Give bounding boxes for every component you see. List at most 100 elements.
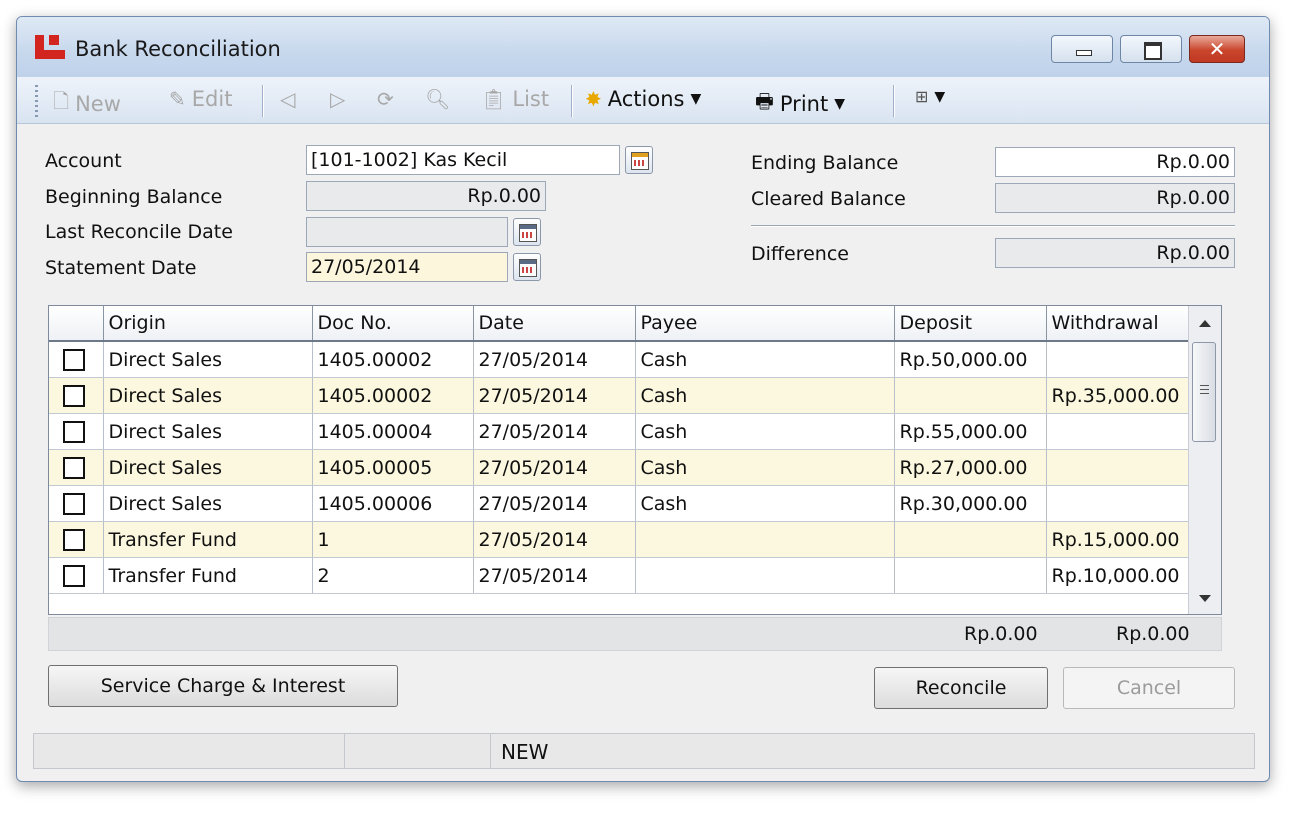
table-row[interactable]: Transfer Fund 2 27/05/2014 Rp.10,000.00 [49, 557, 1197, 594]
difference-label: Difference [751, 243, 849, 265]
row-checkbox[interactable] [63, 456, 85, 479]
scroll-up-icon[interactable] [1199, 320, 1211, 327]
payee-cell [635, 521, 895, 558]
row-checkbox[interactable] [63, 384, 85, 407]
deposit-cell [894, 557, 1047, 594]
doc-no-cell: 2 [312, 557, 474, 594]
date-cell: 27/05/2014 [473, 449, 636, 486]
doc-no-cell: 1405.00002 [312, 377, 474, 414]
statement-date-calendar-button[interactable] [513, 253, 541, 281]
row-checkbox[interactable] [63, 492, 85, 515]
withdrawal-cell [1046, 449, 1197, 486]
ending-balance-label: Ending Balance [751, 152, 899, 174]
printer-icon: 🖶 [755, 89, 774, 113]
toolbar-grip[interactable] [35, 85, 38, 117]
status-cell [345, 734, 491, 768]
table-row[interactable]: Direct Sales 1405.00002 27/05/2014 Cash … [49, 341, 1197, 378]
column-header-doc-no[interactable]: Doc No. [312, 306, 474, 342]
row-checkbox-cell[interactable] [49, 449, 104, 486]
column-header-origin[interactable]: Origin [103, 306, 313, 342]
deposit-cell: Rp.50,000.00 [894, 341, 1047, 378]
row-checkbox[interactable] [63, 348, 85, 371]
last-reconcile-calendar-button[interactable] [513, 218, 541, 246]
minimize-button[interactable] [1051, 35, 1113, 63]
origin-cell: Direct Sales [103, 377, 313, 414]
print-label: Print [779, 92, 829, 116]
withdrawal-cell [1046, 413, 1197, 450]
row-checkbox[interactable] [63, 564, 85, 587]
select-column-header[interactable] [49, 306, 104, 342]
new-button[interactable]: 🗋 New [53, 87, 121, 121]
close-icon: ✕ [1208, 37, 1226, 61]
grid-vertical-scrollbar[interactable] [1188, 306, 1221, 614]
print-button[interactable]: 🖶 Print ▼ [755, 87, 845, 121]
last-reconcile-date-field [306, 217, 508, 247]
lookup-icon [631, 152, 649, 170]
ending-balance-field[interactable]: Rp.0.00 [995, 147, 1235, 177]
row-checkbox-cell[interactable] [49, 521, 104, 558]
account-field[interactable]: [101-1002] Kas Kecil [306, 145, 620, 175]
deposit-cell: Rp.27,000.00 [894, 449, 1047, 486]
cancel-button[interactable]: Cancel [1063, 667, 1235, 709]
row-checkbox[interactable] [63, 528, 85, 551]
scrollbar-thumb[interactable] [1192, 342, 1216, 442]
origin-cell: Direct Sales [103, 413, 313, 450]
column-header-deposit[interactable]: Deposit [894, 306, 1047, 342]
column-header-withdrawal[interactable]: Withdrawal [1046, 306, 1197, 342]
table-row[interactable]: Direct Sales 1405.00005 27/05/2014 Cash … [49, 449, 1197, 486]
origin-cell: Transfer Fund [103, 521, 313, 558]
gear-icon: ✸ [585, 87, 602, 111]
table-row[interactable]: Direct Sales 1405.00004 27/05/2014 Cash … [49, 413, 1197, 450]
list-label: List [512, 87, 550, 111]
beginning-balance-field: Rp.0.00 [306, 181, 546, 211]
list-button[interactable]: 📋︎ List [481, 87, 549, 111]
date-cell: 27/05/2014 [473, 341, 636, 378]
statement-date-label: Statement Date [45, 257, 197, 279]
account-lookup-button[interactable] [625, 146, 653, 174]
toolbar-separator [571, 85, 573, 117]
statement-date-field[interactable]: 27/05/2014 [306, 252, 508, 282]
date-cell: 27/05/2014 [473, 485, 636, 522]
payee-cell [635, 557, 895, 594]
toolbar-separator [262, 85, 264, 117]
row-checkbox-cell[interactable] [49, 557, 104, 594]
origin-cell: Transfer Fund [103, 557, 313, 594]
grid-totals-row: Rp.0.00 Rp.0.00 [48, 617, 1222, 651]
origin-cell: Direct Sales [103, 341, 313, 378]
scroll-down-icon[interactable] [1199, 595, 1211, 602]
next-button[interactable]: ▷ [330, 87, 345, 111]
cleared-balance-field: Rp.0.00 [995, 183, 1235, 213]
total-deposit: Rp.0.00 [964, 623, 1038, 645]
table-row[interactable]: Direct Sales 1405.00002 27/05/2014 Cash … [49, 377, 1197, 414]
search-button[interactable]: 🔍︎ [425, 87, 450, 111]
table-row[interactable]: Direct Sales 1405.00006 27/05/2014 Cash … [49, 485, 1197, 522]
status-mode: NEW [501, 740, 549, 764]
edit-button[interactable]: ✎ Edit [169, 87, 232, 111]
payee-cell: Cash [635, 485, 895, 522]
row-checkbox-cell[interactable] [49, 485, 104, 522]
layout-button[interactable]: ⊞ ▼ [915, 87, 945, 106]
row-checkbox-cell[interactable] [49, 413, 104, 450]
withdrawal-cell [1046, 485, 1197, 522]
row-checkbox[interactable] [63, 420, 85, 443]
payee-cell: Cash [635, 449, 895, 486]
actions-button[interactable]: ✸ Actions ▼ [585, 87, 701, 111]
payee-cell: Cash [635, 341, 895, 378]
previous-icon: ◁ [280, 87, 296, 111]
reconcile-button[interactable]: Reconcile [874, 667, 1048, 709]
service-charge-interest-button[interactable]: Service Charge & Interest [48, 665, 398, 707]
refresh-button[interactable]: ⟳ [377, 87, 394, 111]
actions-label: Actions [607, 87, 685, 111]
column-header-date[interactable]: Date [473, 306, 636, 342]
row-checkbox-cell[interactable] [49, 377, 104, 414]
close-button[interactable]: ✕ [1189, 35, 1245, 63]
row-checkbox-cell[interactable] [49, 341, 104, 378]
search-icon: 🔍︎ [425, 87, 451, 111]
origin-cell: Direct Sales [103, 449, 313, 486]
table-row[interactable]: Transfer Fund 1 27/05/2014 Rp.15,000.00 [49, 521, 1197, 558]
total-withdrawal: Rp.0.00 [1116, 623, 1190, 645]
previous-button[interactable]: ◁ [280, 87, 295, 111]
withdrawal-cell [1046, 341, 1197, 378]
column-header-payee[interactable]: Payee [635, 306, 895, 342]
maximize-button[interactable] [1120, 35, 1182, 63]
